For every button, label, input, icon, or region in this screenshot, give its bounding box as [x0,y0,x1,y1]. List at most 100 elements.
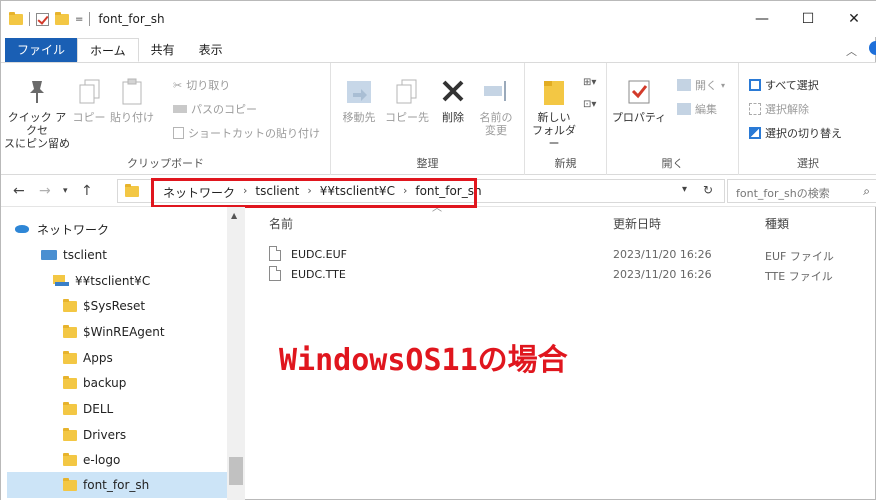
pin-quick-access-button[interactable]: クイック アクセ スにピン留め [3,77,71,150]
file-icon [269,246,281,261]
nav-item-backup[interactable]: backup [63,371,126,395]
column-header-modified[interactable]: 更新日時 [613,215,661,232]
select-all-button[interactable]: すべて選択 [749,77,819,93]
nav-item-sysreset[interactable]: $SysReset [63,294,145,318]
address-dropdown-icon[interactable]: ▾ [682,184,687,195]
paste-shortcut-button[interactable]: ショートカットの貼り付け [173,125,320,141]
folder-icon [63,477,77,491]
search-input[interactable]: font_for_shの検索 ⌕ [727,179,876,203]
new-group-label: 新規 [554,157,577,170]
paste-button[interactable]: 貼り付け [107,77,157,124]
nav-item-label: ネットワーク [37,222,110,237]
nav-item-network[interactable]: ネットワーク [15,217,109,241]
table-row[interactable]: EUDC.TTE 2023/11/20 16:26 TTE ファイル [269,265,869,285]
nav-item-tsclient-c[interactable]: ¥¥tsclient¥C [53,269,150,293]
address-folder-icon [125,184,139,197]
refresh-icon[interactable]: ↻ [703,183,713,197]
move-to-button[interactable]: 移動先 [335,77,383,124]
back-arrow-icon[interactable]: ← [13,183,25,199]
move-to-label: 移動先 [342,111,376,124]
pin-label: クイック アクセ スにピン留め [4,111,70,150]
nav-scrollbar-thumb[interactable] [229,457,243,485]
ribbon: クイック アクセ スにピン留め コピー 貼り付け ✂ 切り取り パスのコピー シ… [1,63,876,175]
help-icon[interactable] [869,41,876,55]
nav-item-apps[interactable]: Apps [63,346,113,370]
tab-view[interactable]: 表示 [187,38,235,62]
new-folder-icon[interactable] [55,11,69,25]
divider [29,12,30,26]
properties-label: プロパティ [611,111,667,124]
nav-item-label: ¥¥tsclient¥C [75,274,151,288]
properties-check-icon[interactable] [36,12,49,26]
tab-file[interactable]: ファイル [5,37,78,62]
nav-item-winreagent[interactable]: $WinREAgent [63,320,165,344]
copy-label: コピー [72,111,106,124]
column-header-type[interactable]: 種類 [765,215,789,232]
window-title: font_for_sh [98,12,165,26]
delete-button[interactable]: 削除 [433,77,473,124]
folder-icon [63,452,77,466]
qat-dropdown[interactable]: = [75,14,83,25]
rename-icon [482,77,510,107]
copy-path-button[interactable]: パスのコピー [173,101,257,117]
clipboard-group-label: クリップボード [127,157,204,170]
recent-locations-chevron-icon[interactable]: ▾ [63,186,68,196]
minimize-button[interactable]: — [739,1,785,37]
table-row[interactable]: EUDC.EUF 2023/11/20 16:26 EUF ファイル [269,245,869,265]
open-group: プロパティ 開く ▾ 編集 開く [607,63,739,175]
search-placeholder: font_for_shの検索 [736,187,830,200]
properties-button[interactable]: プロパティ [611,77,667,124]
nav-item-label: DELL [83,402,114,416]
tab-share[interactable]: 共有 [139,38,187,62]
nav-item-label: font_for_sh [83,478,150,492]
delete-label: 削除 [442,111,464,124]
select-none-icon [749,103,761,115]
nav-item-drivers[interactable]: Drivers [63,423,126,447]
rename-button[interactable]: 名前の 変更 [473,77,519,137]
nav-item-tsclient[interactable]: tsclient [41,243,107,267]
close-button[interactable]: ✕ [831,1,876,37]
nav-item-font-for-sh[interactable]: font_for_sh [7,472,227,498]
navigation-pane: ネットワーク tsclient ¥¥tsclient¥C $SysReset $… [1,207,245,500]
move-to-icon [345,77,373,107]
column-header-name[interactable]: 名前 [269,215,293,232]
copy-icon [75,77,103,107]
nav-item-e-logo[interactable]: e-logo [63,448,120,472]
select-all-icon [749,79,761,91]
paste-icon [118,77,146,107]
nav-item-label: backup [83,376,127,390]
nav-item-label: $WinREAgent [83,325,165,339]
select-group-label: 選択 [797,157,819,170]
folder-icon [63,401,77,415]
new-item-button[interactable]: ⊞▾ [583,77,596,88]
forward-arrow-icon[interactable]: → [39,183,51,199]
computer-icon [41,250,57,260]
copy-to-button[interactable]: コピー先 [383,77,431,124]
annotation-text: WindowsOS11の場合 [279,343,568,378]
easy-access-button[interactable]: ⊡▾ [583,99,596,110]
select-none-button[interactable]: 選択解除 [749,101,809,117]
up-arrow-icon[interactable]: ↑ [81,183,93,199]
new-folder-icon [540,77,568,107]
file-name: EUDC.TTE [291,268,346,281]
maximize-button[interactable]: ☐ [785,1,831,37]
nav-item-dell[interactable]: DELL [63,397,113,421]
cut-button[interactable]: ✂ 切り取り [173,77,230,93]
new-folder-label: 新しい フォルダー [532,111,576,150]
edit-button[interactable]: 編集 [677,101,717,117]
tab-home[interactable]: ホーム [77,38,139,62]
scroll-up-icon[interactable]: ▲ [231,211,237,220]
delete-x-icon [439,77,467,107]
copy-button[interactable]: コピー [71,77,107,124]
network-icon [15,223,31,235]
invert-selection-button[interactable]: 選択の切り替え [749,125,842,141]
open-label: 開く [695,79,717,92]
ribbon-expand-icon[interactable]: ︿ [846,43,857,59]
new-folder-button[interactable]: 新しい フォルダー [529,77,579,150]
copy-to-icon [393,77,421,107]
copy-path-icon [173,105,187,113]
folder-icon [63,350,77,364]
invert-selection-label: 選択の切り替え [765,127,842,140]
folder-icon [63,375,77,389]
open-button[interactable]: 開く ▾ [677,77,725,93]
